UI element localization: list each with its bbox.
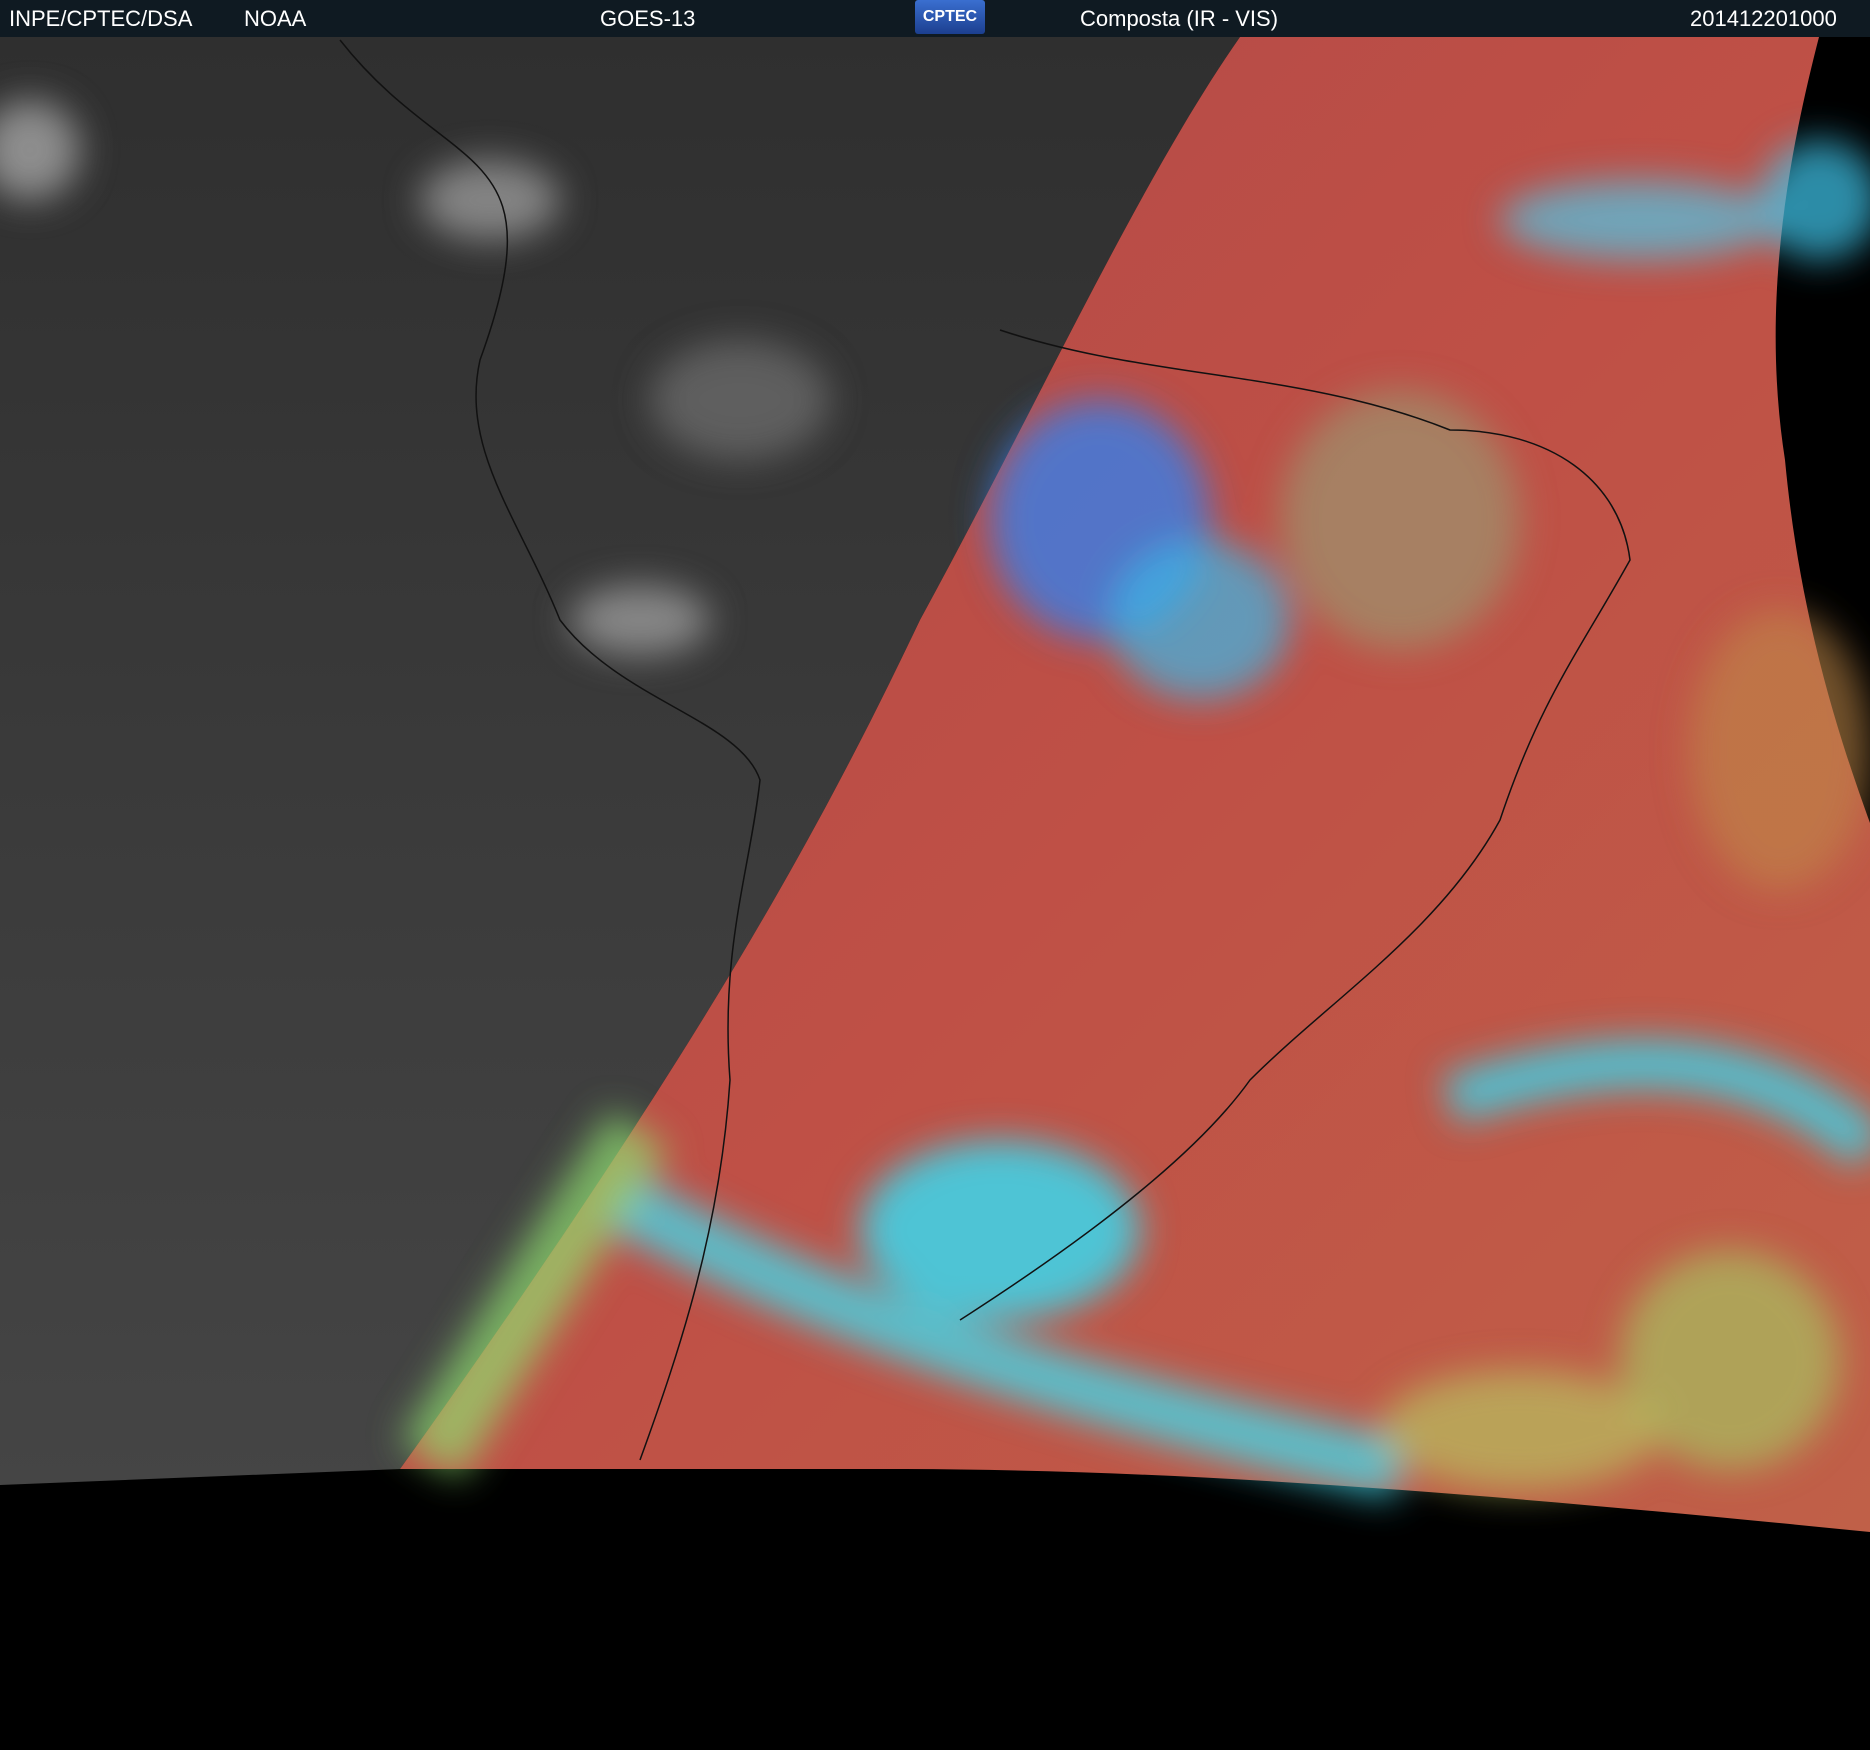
cptec-logo: CPTEC <box>915 0 985 34</box>
header-bar: INPE/CPTEC/DSA NOAA GOES-13 CPTEC Compos… <box>0 0 1870 37</box>
partner-label: NOAA <box>244 6 307 31</box>
satellite-image <box>0 37 1870 1750</box>
timestamp-label: 201412201000 <box>1690 6 1837 31</box>
agency-label: INPE/CPTEC/DSA <box>9 6 193 31</box>
product-label: Composta (IR - VIS) <box>1080 6 1279 31</box>
satellite-label: GOES-13 <box>600 6 696 31</box>
